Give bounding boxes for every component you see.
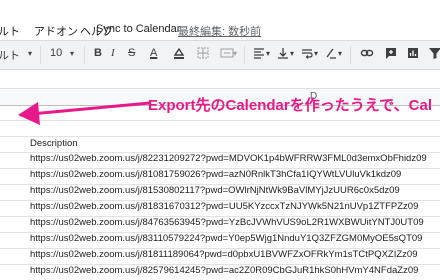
- strikethrough-button[interactable]: S: [128, 47, 135, 59]
- toolbar-divider: [350, 46, 351, 64]
- chevron-down-icon[interactable]: ▾: [338, 49, 342, 58]
- menu-item-addons[interactable]: アドオン: [34, 23, 78, 39]
- font-family-select[interactable]: ルト: [0, 47, 20, 63]
- vertical-align-icon[interactable]: [276, 46, 290, 60]
- text-color-button[interactable]: A: [150, 47, 157, 59]
- menu-item-sync-to-calendar[interactable]: Sync to Calendar: [96, 23, 180, 35]
- toolbar: ルト ▾ 10 ▾ B I S A ▾ ▾ ▾ ▾ ▾: [0, 40, 440, 70]
- chevron-down-icon[interactable]: ▾: [233, 49, 237, 58]
- fill-color-icon[interactable]: [172, 46, 186, 60]
- menu-bar: ルト アドオン ヘルプ Sync to Calendar 最終編集: 数秒前: [0, 0, 440, 40]
- row-divider: [0, 136, 440, 137]
- cell-zoom-link[interactable]: https://us02web.zoom.us/j/84763563945?pw…: [30, 217, 424, 228]
- chevron-down-icon[interactable]: ▾: [266, 49, 270, 58]
- filter-icon[interactable]: [428, 46, 440, 60]
- annotation-arrow: [18, 101, 151, 125]
- align-left-icon[interactable]: [252, 46, 266, 60]
- chevron-down-icon[interactable]: ▾: [28, 49, 32, 58]
- text-rotation-icon[interactable]: [324, 46, 338, 60]
- toolbar-divider: [40, 46, 41, 64]
- cell-zoom-link[interactable]: https://us02web.zoom.us/j/81530802117?pw…: [30, 185, 400, 196]
- toolbar-divider: [244, 46, 245, 64]
- chevron-down-icon[interactable]: ▾: [290, 49, 294, 58]
- chart-icon[interactable]: [406, 46, 420, 60]
- toolbar-divider: [84, 46, 85, 64]
- cell-zoom-link[interactable]: https://us02web.zoom.us/j/82579614245?pw…: [30, 265, 418, 276]
- last-edit-link[interactable]: 最終編集: 数秒前: [178, 23, 261, 39]
- borders-icon[interactable]: [196, 46, 210, 60]
- menu-item-format[interactable]: ルト: [0, 23, 20, 39]
- cell-zoom-link[interactable]: https://us02web.zoom.us/j/81811189064?pw…: [30, 249, 417, 260]
- cell-zoom-link[interactable]: https://us02web.zoom.us/j/83110579224?pw…: [30, 233, 422, 244]
- font-size-select[interactable]: 10: [50, 47, 62, 59]
- chevron-down-icon[interactable]: ▾: [70, 49, 74, 58]
- bold-button[interactable]: B: [94, 47, 102, 59]
- italic-button[interactable]: I: [111, 47, 115, 59]
- merge-cells-icon[interactable]: [220, 46, 234, 60]
- cell-zoom-link[interactable]: https://us02web.zoom.us/j/81081759026?pw…: [30, 169, 401, 180]
- annotation-callout-text: Export先のCalendarを作ったうえで、Cal: [148, 97, 432, 114]
- chevron-down-icon[interactable]: ▾: [314, 49, 318, 58]
- text-wrap-icon[interactable]: [300, 46, 314, 60]
- comment-icon[interactable]: [384, 46, 398, 60]
- cell-zoom-link[interactable]: https://us02web.zoom.us/j/81831670312?pw…: [30, 201, 418, 212]
- cell-description-header[interactable]: Description: [30, 138, 78, 149]
- link-icon[interactable]: [360, 46, 374, 60]
- cell-zoom-link[interactable]: https://us02web.zoom.us/j/82231209272?pw…: [30, 153, 427, 164]
